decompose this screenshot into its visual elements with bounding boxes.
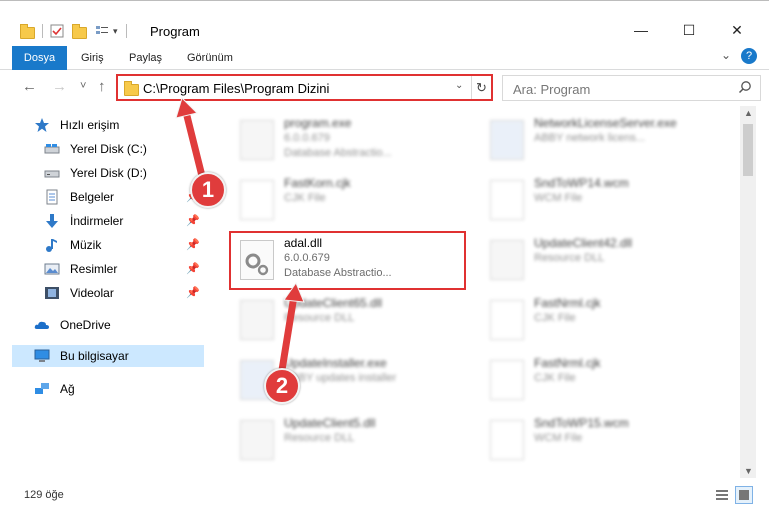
step-1-badge: 1 <box>190 172 226 208</box>
annotation-arrows <box>175 97 305 371</box>
arrow-2-head <box>283 281 305 303</box>
step-2-badge: 2 <box>264 368 300 404</box>
arrow-2-shaft <box>278 295 298 371</box>
arrow-1-head <box>175 97 198 119</box>
